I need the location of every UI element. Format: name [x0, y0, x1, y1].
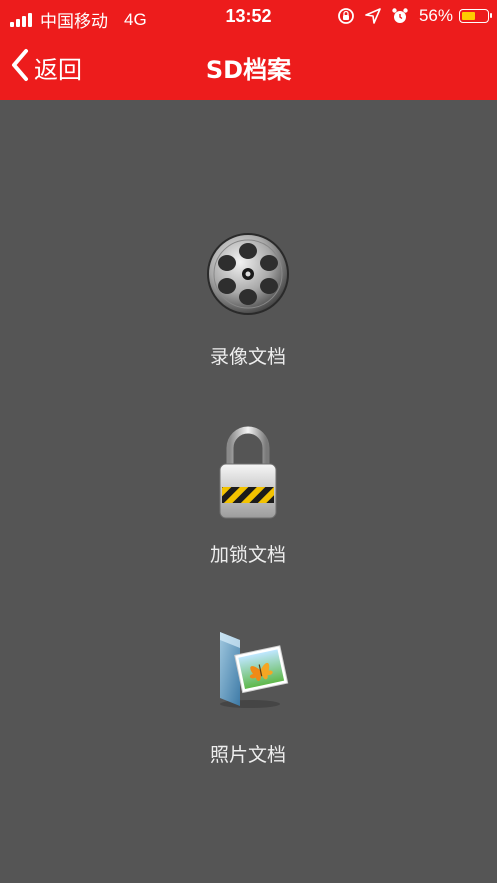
location-arrow-icon — [365, 8, 381, 24]
navigation-bar: 返回 SD档案 — [0, 34, 497, 100]
menu-item-photo-docs[interactable]: 照片文档 — [148, 628, 348, 767]
status-bar: 中国移动 4G 13:52 56% — [0, 0, 497, 34]
menu-label: 加锁文档 — [209, 544, 286, 566]
menu-label: 录像文档 — [209, 346, 286, 368]
menu-item-video-docs[interactable]: 录像文档 — [148, 232, 348, 369]
orientation-lock-icon — [337, 7, 355, 25]
alarm-clock-icon — [391, 7, 409, 25]
status-right: 56% — [337, 6, 492, 26]
top-bar: 中国移动 4G 13:52 56% 返回 SD档案 — [0, 0, 497, 100]
page-title: SD档案 — [205, 56, 292, 84]
photo-icon — [206, 628, 290, 712]
battery-icon — [459, 9, 492, 23]
battery-percent: 56% — [418, 6, 453, 25]
menu-label: 照片文档 — [209, 744, 286, 766]
film-reel-icon — [206, 232, 290, 316]
padlock-icon — [218, 424, 278, 520]
menu-item-locked-docs[interactable]: 加锁文档 — [148, 424, 348, 567]
